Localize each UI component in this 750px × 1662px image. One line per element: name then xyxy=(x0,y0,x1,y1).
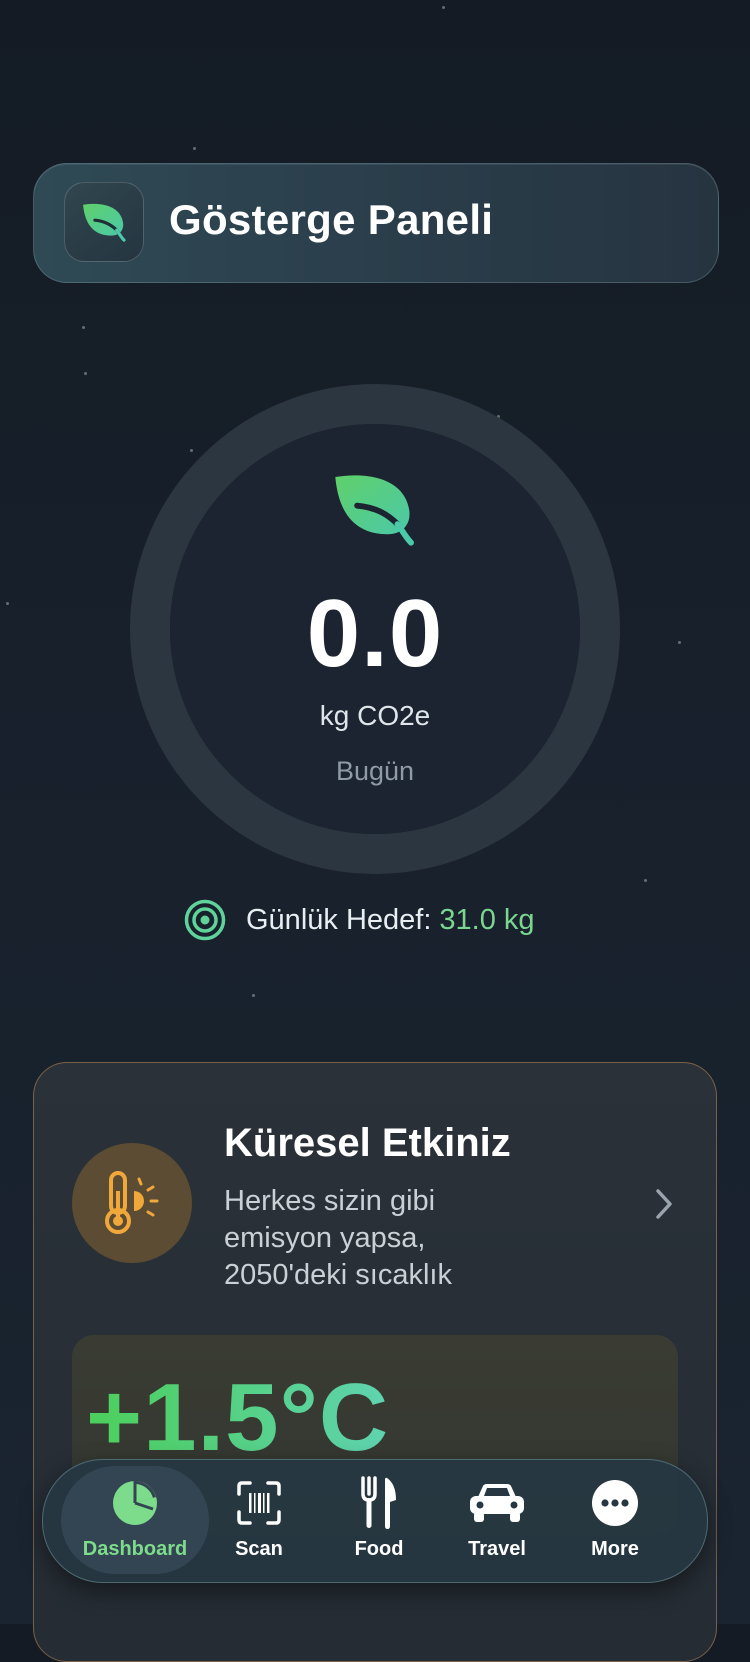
background-star xyxy=(84,372,87,375)
barcode-scan-icon xyxy=(237,1481,281,1525)
emission-unit: kg CO2e xyxy=(319,700,431,731)
description-line: emisyon yapsa, xyxy=(224,1222,426,1254)
thermometer-sun-badge xyxy=(72,1143,192,1263)
background-star xyxy=(442,6,445,9)
tab-more[interactable]: More xyxy=(573,1460,657,1582)
tab-dashboard[interactable]: Dashboard xyxy=(61,1460,209,1582)
emission-period: Bugün xyxy=(335,756,415,786)
tab-label: Food xyxy=(354,1538,404,1560)
daily-goal: Günlük Hedef: 31.0 kg xyxy=(184,898,535,942)
background-star xyxy=(644,879,647,882)
car-icon xyxy=(470,1484,524,1522)
thermometer-sun-icon xyxy=(105,1171,159,1234)
chevron-right-icon[interactable] xyxy=(654,1187,674,1221)
bottom-tab-bar: Dashboard Scan Food Travel More xyxy=(42,1459,708,1583)
tab-scan[interactable]: Scan xyxy=(217,1460,301,1582)
fork-knife-icon xyxy=(361,1476,396,1529)
leaf-icon xyxy=(335,475,414,546)
temperature-value: +1.5°C xyxy=(86,1364,390,1471)
leaf-icon xyxy=(83,203,126,242)
background-star xyxy=(6,602,9,605)
background-star xyxy=(193,147,196,150)
target-icon xyxy=(184,899,226,941)
global-impact-title: Küresel Etkiniz xyxy=(224,1121,511,1165)
tab-label: Scan xyxy=(235,1538,283,1560)
tab-travel[interactable]: Travel xyxy=(449,1460,545,1582)
tab-label: Dashboard xyxy=(82,1538,188,1560)
description-line: 2050'deki sıcaklık xyxy=(224,1259,452,1291)
emission-value: 0.0 xyxy=(306,580,444,687)
header-bar: Gösterge Paneli xyxy=(33,163,719,283)
page-title: Gösterge Paneli xyxy=(169,196,494,243)
header-logo xyxy=(64,182,144,262)
description-line: Herkes sizin gibi xyxy=(224,1185,436,1217)
background-star xyxy=(252,994,255,997)
background-star xyxy=(82,326,85,329)
tab-label: More xyxy=(591,1538,639,1560)
more-dots-icon xyxy=(592,1480,638,1526)
daily-emission-gauge: 0.0 kg CO2e Bugün xyxy=(130,384,620,874)
background-star xyxy=(678,641,681,644)
global-impact-description: Herkes sizin gibi emisyon yapsa, 2050'de… xyxy=(224,1183,544,1294)
tab-label: Travel xyxy=(468,1538,526,1560)
daily-goal-label: Günlük Hedef: xyxy=(246,903,432,936)
daily-goal-value: 31.0 kg xyxy=(439,903,535,936)
tab-food[interactable]: Food xyxy=(337,1460,421,1582)
pie-chart-icon xyxy=(113,1481,157,1525)
